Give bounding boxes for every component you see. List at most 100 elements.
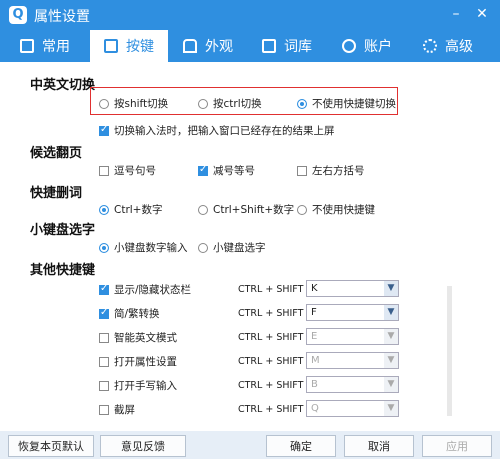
checkbox-label: 减号等号 bbox=[213, 165, 255, 177]
close-icon[interactable]: ✕ bbox=[472, 4, 492, 24]
checkbox-smart-english[interactable]: 智能英文模式 bbox=[99, 330, 177, 345]
radio-icon bbox=[198, 242, 208, 253]
key-select-handwriting[interactable]: B ▼ bbox=[306, 376, 399, 393]
checkbox-screenshot[interactable]: 截屏 bbox=[99, 402, 135, 417]
checkbox-icon bbox=[99, 404, 109, 415]
key-value: F bbox=[311, 307, 317, 318]
checkbox-label: 简/繁转换 bbox=[114, 308, 160, 320]
radio-numpad-select[interactable]: 小键盘选字 bbox=[198, 240, 266, 255]
checkbox-icon bbox=[297, 165, 307, 176]
key-select-statusbar[interactable]: K ▼ bbox=[306, 280, 399, 297]
restore-defaults-button[interactable]: 恢复本页默认 bbox=[8, 435, 94, 457]
checkbox-icon bbox=[99, 165, 109, 176]
scrollbar[interactable] bbox=[447, 286, 452, 416]
shortcut-modifier-label: CTRL + SHIFT + bbox=[238, 284, 315, 295]
checkbox-label: 智能英文模式 bbox=[114, 332, 177, 344]
radio-no-delete-shortcut[interactable]: 不使用快捷键 bbox=[297, 202, 375, 217]
tab-label: 词库 bbox=[284, 39, 312, 55]
radio-selected-icon bbox=[297, 98, 307, 109]
shortcut-modifier-label: CTRL + SHIFT + bbox=[238, 404, 315, 415]
checkbox-handwriting[interactable]: 打开手写输入 bbox=[99, 378, 177, 393]
chevron-down-icon: ▼ bbox=[384, 281, 398, 296]
section-title-numpad-select: 小键盘选字 bbox=[30, 223, 96, 238]
tab-label: 账户 bbox=[364, 39, 392, 55]
radio-no-shortcut-switch[interactable]: 不使用快捷键切换 bbox=[297, 96, 396, 111]
key-select-smart-english[interactable]: E ▼ bbox=[306, 328, 399, 345]
checkbox-commit-on-switch[interactable]: 切换输入法时，把输入窗口已经存在的结果上屏 bbox=[99, 123, 335, 138]
section-title-cn-en-switch: 中英文切换 bbox=[30, 78, 96, 93]
tab-bar: 常用 按键 外观 词库 账户 高级 bbox=[0, 30, 500, 62]
tab-appearance[interactable]: 外观 bbox=[183, 30, 233, 62]
chevron-down-icon: ▼ bbox=[384, 329, 398, 344]
window-title: 属性设置 bbox=[34, 9, 90, 25]
checkbox-icon bbox=[99, 356, 109, 367]
tab-advanced[interactable]: 高级 bbox=[423, 30, 473, 62]
key-select-open-settings[interactable]: M ▼ bbox=[306, 352, 399, 369]
checkbox-checked-icon bbox=[99, 283, 109, 295]
settings-panel: 中英文切换 按shift切换 按ctrl切换 不使用快捷键切换 切换输入法时，把… bbox=[0, 62, 500, 431]
radio-label: 按shift切换 bbox=[114, 98, 169, 110]
user-icon bbox=[342, 39, 356, 53]
chevron-down-icon: ▼ bbox=[384, 377, 398, 392]
radio-selected-icon bbox=[99, 242, 109, 253]
key-value: M bbox=[311, 355, 320, 366]
apply-button[interactable]: 应用 bbox=[422, 435, 492, 457]
checkbox-checked-icon bbox=[99, 307, 109, 319]
radio-icon bbox=[198, 204, 208, 215]
minimize-icon[interactable]: – bbox=[446, 4, 466, 24]
checkbox-comma-period[interactable]: 逗号句号 bbox=[99, 163, 156, 178]
section-title-quick-delete: 快捷删词 bbox=[30, 186, 83, 201]
monitor-icon bbox=[20, 39, 34, 53]
checkbox-label: 打开属性设置 bbox=[114, 356, 177, 368]
checkbox-label: 逗号句号 bbox=[114, 165, 156, 177]
feedback-button[interactable]: 意见反馈 bbox=[100, 435, 186, 457]
tab-label: 高级 bbox=[445, 39, 473, 55]
key-select-screenshot[interactable]: Q ▼ bbox=[306, 400, 399, 417]
checkbox-toggle-statusbar[interactable]: 显示/隐藏状态栏 bbox=[99, 282, 191, 297]
radio-label: 按ctrl切换 bbox=[213, 98, 262, 110]
checkbox-minus-equal[interactable]: 减号等号 bbox=[198, 163, 255, 178]
radio-label: Ctrl+数字 bbox=[114, 204, 163, 216]
checkbox-brackets[interactable]: 左右方括号 bbox=[297, 163, 365, 178]
checkbox-label: 截屏 bbox=[114, 404, 135, 416]
title-bar: Q 属性设置 – ✕ bbox=[0, 0, 500, 30]
radio-ctrl-number[interactable]: Ctrl+数字 bbox=[99, 202, 162, 217]
radio-label: 不使用快捷键 bbox=[312, 204, 375, 216]
radio-selected-icon bbox=[99, 204, 109, 215]
tab-account[interactable]: 账户 bbox=[342, 30, 392, 62]
ok-button[interactable]: 确定 bbox=[266, 435, 336, 457]
shirt-icon bbox=[183, 39, 197, 53]
tab-lexicon[interactable]: 词库 bbox=[262, 30, 312, 62]
key-value: K bbox=[311, 283, 318, 294]
checkbox-checked-icon bbox=[198, 164, 208, 176]
radio-shift-switch[interactable]: 按shift切换 bbox=[99, 96, 168, 111]
radio-icon bbox=[99, 98, 109, 109]
shortcut-modifier-label: CTRL + SHIFT + bbox=[238, 356, 315, 367]
checkbox-label: 打开手写输入 bbox=[114, 380, 177, 392]
cancel-button[interactable]: 取消 bbox=[344, 435, 414, 457]
shortcut-modifier-label: CTRL + SHIFT + bbox=[238, 332, 315, 343]
app-logo-icon: Q bbox=[9, 6, 27, 24]
checkbox-checked-icon bbox=[99, 124, 109, 136]
tab-label: 按键 bbox=[126, 39, 154, 55]
radio-label: Ctrl+Shift+数字 bbox=[213, 204, 295, 216]
radio-label: 小键盘选字 bbox=[213, 242, 266, 254]
shortcut-modifier-label: CTRL + SHIFT + bbox=[238, 380, 315, 391]
tab-common[interactable]: 常用 bbox=[20, 30, 70, 62]
radio-numpad-number-input[interactable]: 小键盘数字输入 bbox=[99, 240, 188, 255]
key-value: B bbox=[311, 379, 318, 390]
section-title-other-shortcuts: 其他快捷键 bbox=[30, 263, 96, 278]
tab-label: 常用 bbox=[42, 39, 70, 55]
checkbox-icon bbox=[99, 332, 109, 343]
radio-label: 小键盘数字输入 bbox=[114, 242, 188, 254]
tab-keys[interactable]: 按键 bbox=[90, 30, 168, 62]
radio-icon bbox=[198, 98, 208, 109]
radio-ctrl-switch[interactable]: 按ctrl切换 bbox=[198, 96, 262, 111]
checkbox-open-settings[interactable]: 打开属性设置 bbox=[99, 354, 177, 369]
checkbox-label: 切换输入法时，把输入窗口已经存在的结果上屏 bbox=[114, 125, 335, 137]
section-title-page-flip: 候选翻页 bbox=[30, 146, 83, 161]
key-value: Q bbox=[311, 403, 319, 414]
radio-ctrl-shift-number[interactable]: Ctrl+Shift+数字 bbox=[198, 202, 294, 217]
key-select-simp-trad[interactable]: F ▼ bbox=[306, 304, 399, 321]
checkbox-simp-trad[interactable]: 简/繁转换 bbox=[99, 306, 160, 321]
